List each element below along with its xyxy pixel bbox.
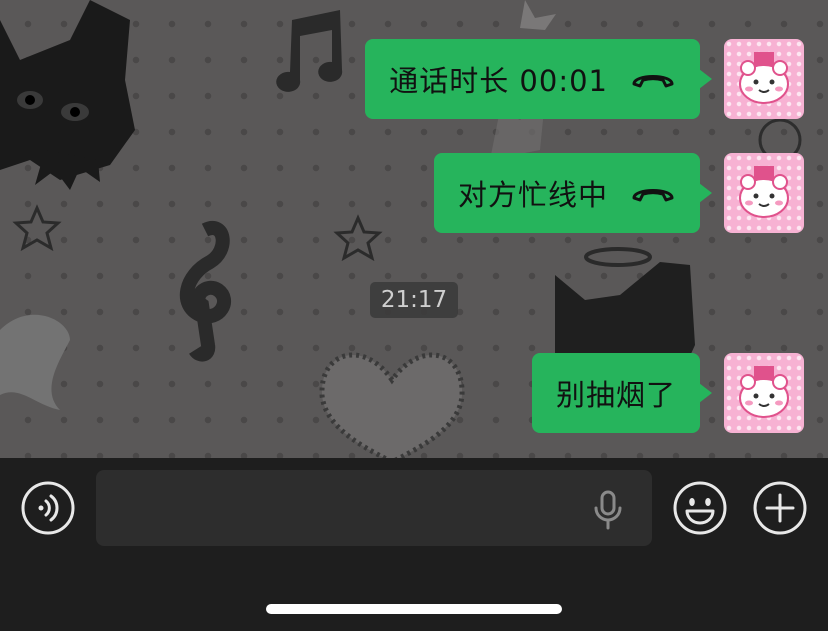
call-message-bubble[interactable]: 对方忙线中 bbox=[433, 153, 713, 233]
voice-mode-button[interactable] bbox=[20, 480, 76, 536]
call-message-bubble[interactable]: 通话时长 00:01 bbox=[365, 39, 712, 119]
home-indicator[interactable] bbox=[266, 604, 562, 614]
message-input[interactable] bbox=[96, 470, 652, 546]
microphone-icon[interactable] bbox=[592, 490, 624, 530]
message-text: 别抽烟了 bbox=[555, 378, 676, 412]
smiley-icon bbox=[673, 481, 727, 535]
bear-avatar-icon bbox=[739, 52, 789, 104]
emoji-button[interactable] bbox=[672, 480, 728, 536]
phone-hangup-icon bbox=[630, 68, 676, 90]
message-row-1: 通话时长 00:01 bbox=[365, 39, 804, 119]
text-message-bubble[interactable]: 别抽烟了 bbox=[531, 353, 713, 433]
message-timestamp: 21:17 bbox=[370, 282, 458, 318]
message-text: 对方忙线中 bbox=[457, 178, 608, 212]
voice-wave-icon bbox=[21, 481, 75, 535]
bear-avatar-icon bbox=[739, 166, 789, 218]
avatar[interactable] bbox=[724, 39, 804, 119]
bear-avatar-icon bbox=[739, 366, 789, 418]
chat-area: 通话时长 00:01 对方忙线中 21:17 别抽烟了 bbox=[0, 0, 828, 458]
avatar[interactable] bbox=[724, 353, 804, 433]
phone-hangup-icon bbox=[630, 182, 676, 204]
plus-circle-icon bbox=[753, 481, 807, 535]
avatar[interactable] bbox=[724, 153, 804, 233]
message-row-2: 对方忙线中 bbox=[433, 153, 804, 233]
message-row-3: 别抽烟了 bbox=[531, 353, 804, 433]
message-text: 通话时长 00:01 bbox=[389, 64, 608, 98]
more-options-button[interactable] bbox=[752, 480, 808, 536]
